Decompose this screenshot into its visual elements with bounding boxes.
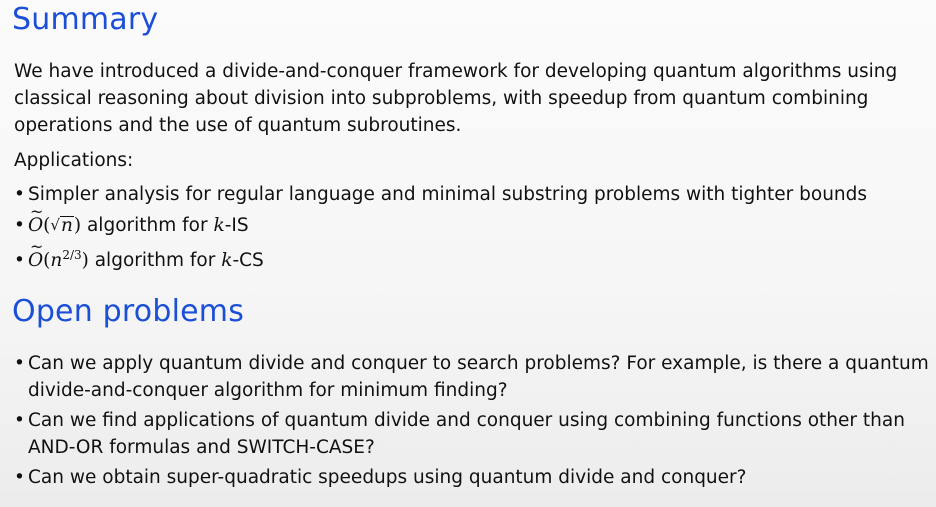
open-problems-list: • Can we apply quantum divide and conquer…	[14, 350, 929, 494]
bullet-icon: •	[14, 353, 25, 374]
open-problem-item: • Can we find applications of quantum div…	[14, 407, 929, 461]
open-problem-text: Can we find applications of quantum divi…	[28, 410, 905, 458]
application-item: • Simpler analysis for regular language a…	[14, 180, 867, 210]
variable-k: k	[213, 215, 225, 236]
open-problem-item: • Can we obtain super-quadratic speedups …	[14, 464, 929, 491]
application-suffix: -CS	[232, 250, 264, 272]
application-text: algorithm for	[81, 215, 214, 236]
bullet-icon: •	[14, 250, 25, 272]
application-item: •O(n2/3) algorithm for k-CS	[14, 232, 867, 272]
application-text: algorithm for	[88, 250, 222, 272]
applications-list: • Simpler analysis for regular language a…	[14, 180, 867, 272]
slide: Summary We have introduced a divide-and-…	[0, 0, 936, 507]
complexity-n-two-thirds: O(n2/3)	[28, 232, 89, 271]
bullet-icon: •	[14, 215, 25, 236]
application-suffix: -IS	[224, 215, 249, 236]
bullet-icon: •	[14, 410, 25, 431]
applications-title: Applications:	[14, 150, 134, 171]
summary-heading: Summary	[12, 2, 159, 37]
open-problem-text: Can we obtain super-quadratic speedups u…	[28, 467, 747, 488]
open-problem-item: • Can we apply quantum divide and conquer…	[14, 350, 929, 404]
open-problems-heading: Open problems	[12, 294, 245, 329]
bullet-icon: •	[14, 467, 25, 488]
variable-k: k	[221, 250, 233, 272]
open-problem-text: Can we apply quantum divide and conquer …	[28, 353, 929, 401]
application-item: •O(√n) algorithm for k-IS	[14, 197, 867, 240]
summary-paragraph: We have introduced a divide-and-conquer …	[14, 61, 898, 136]
application-text: Simpler analysis for regular language an…	[28, 184, 868, 205]
bullet-icon: •	[14, 184, 25, 205]
